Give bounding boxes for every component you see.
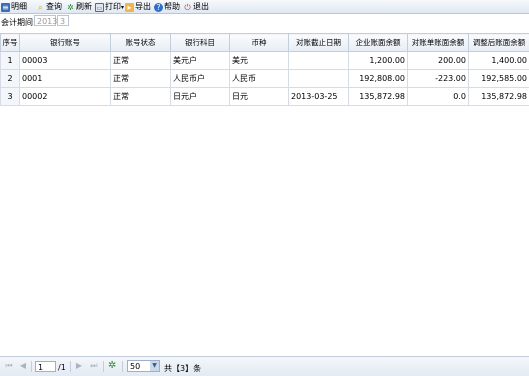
page-size-select[interactable]: 50 ▼ <box>127 360 160 372</box>
refresh-button[interactable]: ✲刷新 <box>66 1 92 12</box>
period-bar: 会计期间: <box>0 14 529 30</box>
currency-cell: 日元 <box>230 88 289 106</box>
row-number: 1 <box>1 52 20 70</box>
chevron-down-icon[interactable]: ▼ <box>150 361 159 371</box>
last-page-icon[interactable]: ⏭ <box>90 362 98 370</box>
detail-icon: ≡ <box>1 3 10 12</box>
table-row[interactable]: 3 00002 正常 日元户 日元 2013-03-25 135,872.98 … <box>1 88 529 106</box>
date-cell: 2013-03-25 <box>289 88 349 106</box>
pager-divider <box>122 361 123 372</box>
refresh-icon: ✲ <box>66 3 75 12</box>
col-header-no[interactable]: 序号 <box>1 34 20 52</box>
record-count: 共【3】条 <box>164 363 201 374</box>
col-header-status[interactable]: 账号状态 <box>111 34 171 52</box>
month-input[interactable]: 3 <box>57 15 69 26</box>
date-cell <box>289 52 349 70</box>
pager-divider <box>31 361 32 372</box>
adj-balance-cell: 192,585.00 <box>469 70 529 88</box>
corp-balance-cell: 192,808.00 <box>349 70 408 88</box>
exit-button[interactable]: ⏻退出 <box>183 1 209 12</box>
help-label: 帮助 <box>164 2 180 11</box>
pager-bar: ⏮ ◀ 1 /1 ▶ ⏭ ✲ 50 ▼ 共【3】条 <box>0 356 529 376</box>
date-cell <box>289 70 349 88</box>
account-cell: 00002 <box>20 88 111 106</box>
adj-balance-cell: 1,400.00 <box>469 52 529 70</box>
status-cell: 正常 <box>111 52 171 70</box>
query-button[interactable]: ⌕查询 <box>36 1 62 12</box>
col-header-adj-balance[interactable]: 调整后账面余额 <box>469 34 529 52</box>
page-number-input[interactable]: 1 <box>35 361 56 372</box>
page-size-value: 50 <box>130 362 140 371</box>
pager-divider <box>103 361 104 372</box>
table-header-row: 序号 银行账号 账号状态 银行科目 币种 对账截止日期 企业账面余额 对账单账面… <box>1 34 529 52</box>
table-row[interactable]: 1 00003 正常 美元户 美元 1,200.00 200.00 1,400.… <box>1 52 529 70</box>
status-cell: 正常 <box>111 88 171 106</box>
subject-cell: 人民币户 <box>171 70 230 88</box>
corp-balance-cell: 135,872.98 <box>349 88 408 106</box>
year-input[interactable]: 2013 <box>34 15 56 26</box>
col-header-account[interactable]: 银行账号 <box>20 34 111 52</box>
page-total: /1 <box>58 363 66 372</box>
account-cell: 00003 <box>20 52 111 70</box>
toolbar: ≡明细 ⌕查询 ✲刷新 ▭打印▾ ▸导出 ?帮助 ⏻退出 <box>0 0 529 14</box>
export-icon: ▸ <box>125 3 134 12</box>
print-label: 打印 <box>105 2 121 11</box>
col-header-subject[interactable]: 银行科目 <box>171 34 230 52</box>
col-header-corp-balance[interactable]: 企业账面余额 <box>349 34 408 52</box>
adj-balance-cell: 135,872.98 <box>469 88 529 106</box>
currency-cell: 美元 <box>230 52 289 70</box>
stmt-balance-cell: -223.00 <box>408 70 469 88</box>
row-number: 2 <box>1 70 20 88</box>
help-icon: ? <box>154 3 163 12</box>
stmt-balance-cell: 0.0 <box>408 88 469 106</box>
subject-cell: 日元户 <box>171 88 230 106</box>
prev-page-icon[interactable]: ◀ <box>19 362 27 370</box>
row-number: 3 <box>1 88 20 106</box>
exit-icon: ⏻ <box>183 3 192 12</box>
help-button[interactable]: ?帮助 <box>154 1 180 12</box>
printer-icon: ▭ <box>95 3 104 12</box>
detail-label: 明细 <box>11 2 27 11</box>
first-page-icon[interactable]: ⏮ <box>5 362 13 370</box>
next-page-icon[interactable]: ▶ <box>75 362 83 370</box>
account-cell: 0001 <box>20 70 111 88</box>
status-cell: 正常 <box>111 70 171 88</box>
col-header-currency[interactable]: 币种 <box>230 34 289 52</box>
detail-button[interactable]: ≡明细 <box>1 1 27 12</box>
query-label: 查询 <box>46 2 62 11</box>
corp-balance-cell: 1,200.00 <box>349 52 408 70</box>
col-header-date[interactable]: 对账截止日期 <box>289 34 349 52</box>
export-button[interactable]: ▸导出 <box>125 1 151 12</box>
reconciliation-table: 序号 银行账号 账号状态 银行科目 币种 对账截止日期 企业账面余额 对账单账面… <box>0 33 529 106</box>
subject-cell: 美元户 <box>171 52 230 70</box>
stmt-balance-cell: 200.00 <box>408 52 469 70</box>
refresh-icon[interactable]: ✲ <box>108 361 118 371</box>
print-dropdown-icon[interactable]: ▾ <box>121 4 124 11</box>
refresh-label: 刷新 <box>76 2 92 11</box>
col-header-stmt-balance[interactable]: 对账单账面余额 <box>408 34 469 52</box>
print-button[interactable]: ▭打印▾ <box>95 1 124 12</box>
currency-cell: 人民币 <box>230 70 289 88</box>
period-label: 会计期间: <box>1 17 36 28</box>
exit-label: 退出 <box>193 2 209 11</box>
search-icon: ⌕ <box>36 3 45 12</box>
table-row[interactable]: 2 0001 正常 人民币户 人民币 192,808.00 -223.00 19… <box>1 70 529 88</box>
export-label: 导出 <box>135 2 151 11</box>
pager-divider <box>70 361 71 372</box>
